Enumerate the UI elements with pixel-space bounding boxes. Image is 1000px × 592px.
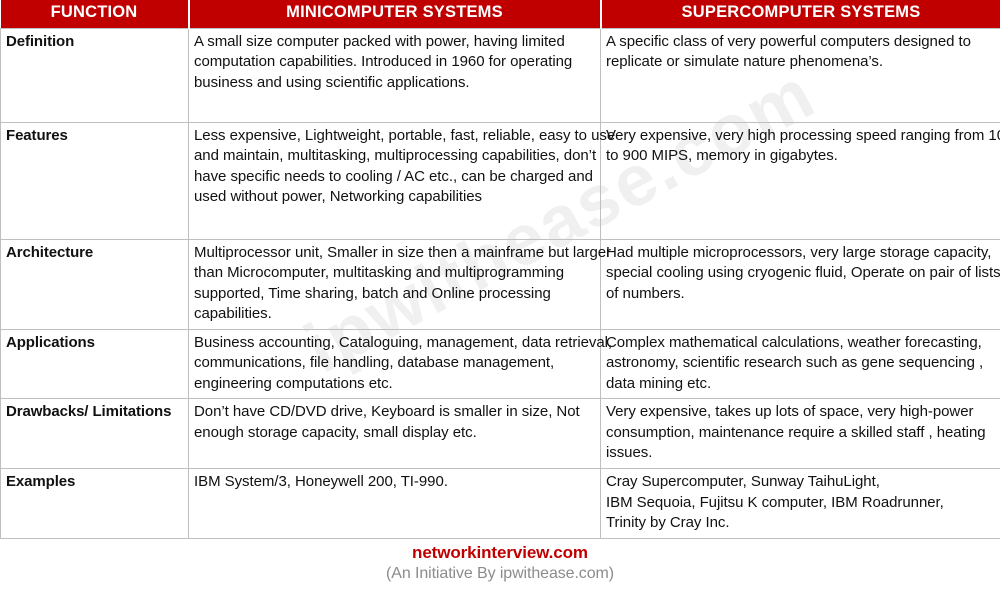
cell-features-supercomputer: Very expensive, very high processing spe… (600, 121, 1000, 240)
cell-definition-minicomputer: A small size computer packed with power,… (188, 27, 601, 123)
column-header-minicomputer: MINICOMPUTER SYSTEMS (187, 0, 601, 28)
cell-architecture-supercomputer: Had multiple microprocessors, very large… (600, 238, 1000, 330)
table-body: Definition A small size computer packed … (0, 27, 1000, 539)
cell-text: Multiprocessor unit, Smaller in size the… (194, 243, 611, 323)
cell-text: Very expensive, very high processing spe… (606, 126, 1000, 165)
row-label-definition: Definition (0, 27, 189, 123)
table-row: Features Less expensive, Lightweight, po… (0, 121, 1000, 240)
cell-examples-supercomputer: Cray Supercomputer, Sunway TaihuLight, I… (600, 467, 1000, 539)
row-label-examples: Examples (0, 467, 189, 539)
cell-features-minicomputer: Less expensive, Lightweight, portable, f… (188, 121, 615, 240)
cell-applications-supercomputer: Complex mathematical calculations, weath… (600, 328, 1000, 400)
table-row: Drawbacks/ Limitations Don’t have CD/DVD… (0, 398, 1000, 469)
footer-brand: networkinterview.com (412, 542, 588, 562)
cell-architecture-minicomputer: Multiprocessor unit, Smaller in size the… (188, 238, 611, 330)
row-label-drawbacks-limitations: Drawbacks/ Limitations (0, 398, 189, 469)
cell-definition-supercomputer: A specific class of very powerful comput… (600, 27, 1000, 123)
table-header: FUNCTION MINICOMPUTER SYSTEMS SUPERCOMPU… (0, 0, 1000, 28)
cell-text: Complex mathematical calculations, weath… (606, 333, 984, 392)
cell-text: Very expensive, takes up lots of space, … (606, 403, 986, 462)
cell-text: Business accounting, Cataloguing, manage… (194, 333, 613, 392)
row-label-architecture: Architecture (0, 238, 189, 330)
footer: networkinterview.com (An Initiative By i… (0, 539, 1000, 585)
cell-drawbacks-supercomputer: Very expensive, takes up lots of space, … (600, 398, 1000, 469)
table-row: Definition A small size computer packed … (0, 27, 1000, 123)
comparison-table-page: ipwithease.com FUNCTION MINICOMPUTER SYS… (0, 0, 1000, 592)
cell-examples-minicomputer: IBM System/3, Honeywell 200, TI-990. (188, 467, 601, 539)
cell-applications-minicomputer: Business accounting, Cataloguing, manage… (188, 328, 612, 400)
column-header-supercomputer: SUPERCOMPUTER SYSTEMS (599, 0, 1000, 28)
row-label-features: Features (0, 121, 189, 240)
cell-text: Had multiple microprocessors, very large… (606, 243, 1000, 302)
cell-text: Drawbacks/ Limitations (6, 403, 172, 421)
cell-drawbacks-minicomputer: Don’t have CD/DVD drive, Keyboard is sma… (188, 398, 601, 469)
table-row: Architecture Multiprocessor unit, Smalle… (0, 238, 1000, 330)
row-label-applications: Applications (0, 328, 189, 400)
table-row: Applications Business accounting, Catalo… (0, 328, 1000, 400)
table-row: Examples IBM System/3, Honeywell 200, TI… (0, 467, 1000, 539)
comparison-table: FUNCTION MINICOMPUTER SYSTEMS SUPERCOMPU… (0, 0, 1000, 539)
cell-text: Cray Supercomputer, Sunway TaihuLight, I… (606, 472, 944, 532)
table-header-row: FUNCTION MINICOMPUTER SYSTEMS SUPERCOMPU… (0, 0, 1000, 28)
footer-tagline: (An Initiative By ipwithease.com) (386, 564, 614, 582)
cell-text: Less expensive, Lightweight, portable, f… (194, 126, 616, 206)
cell-text: Don’t have CD/DVD drive, Keyboard is sma… (194, 403, 580, 441)
column-header-function: FUNCTION (0, 0, 189, 28)
